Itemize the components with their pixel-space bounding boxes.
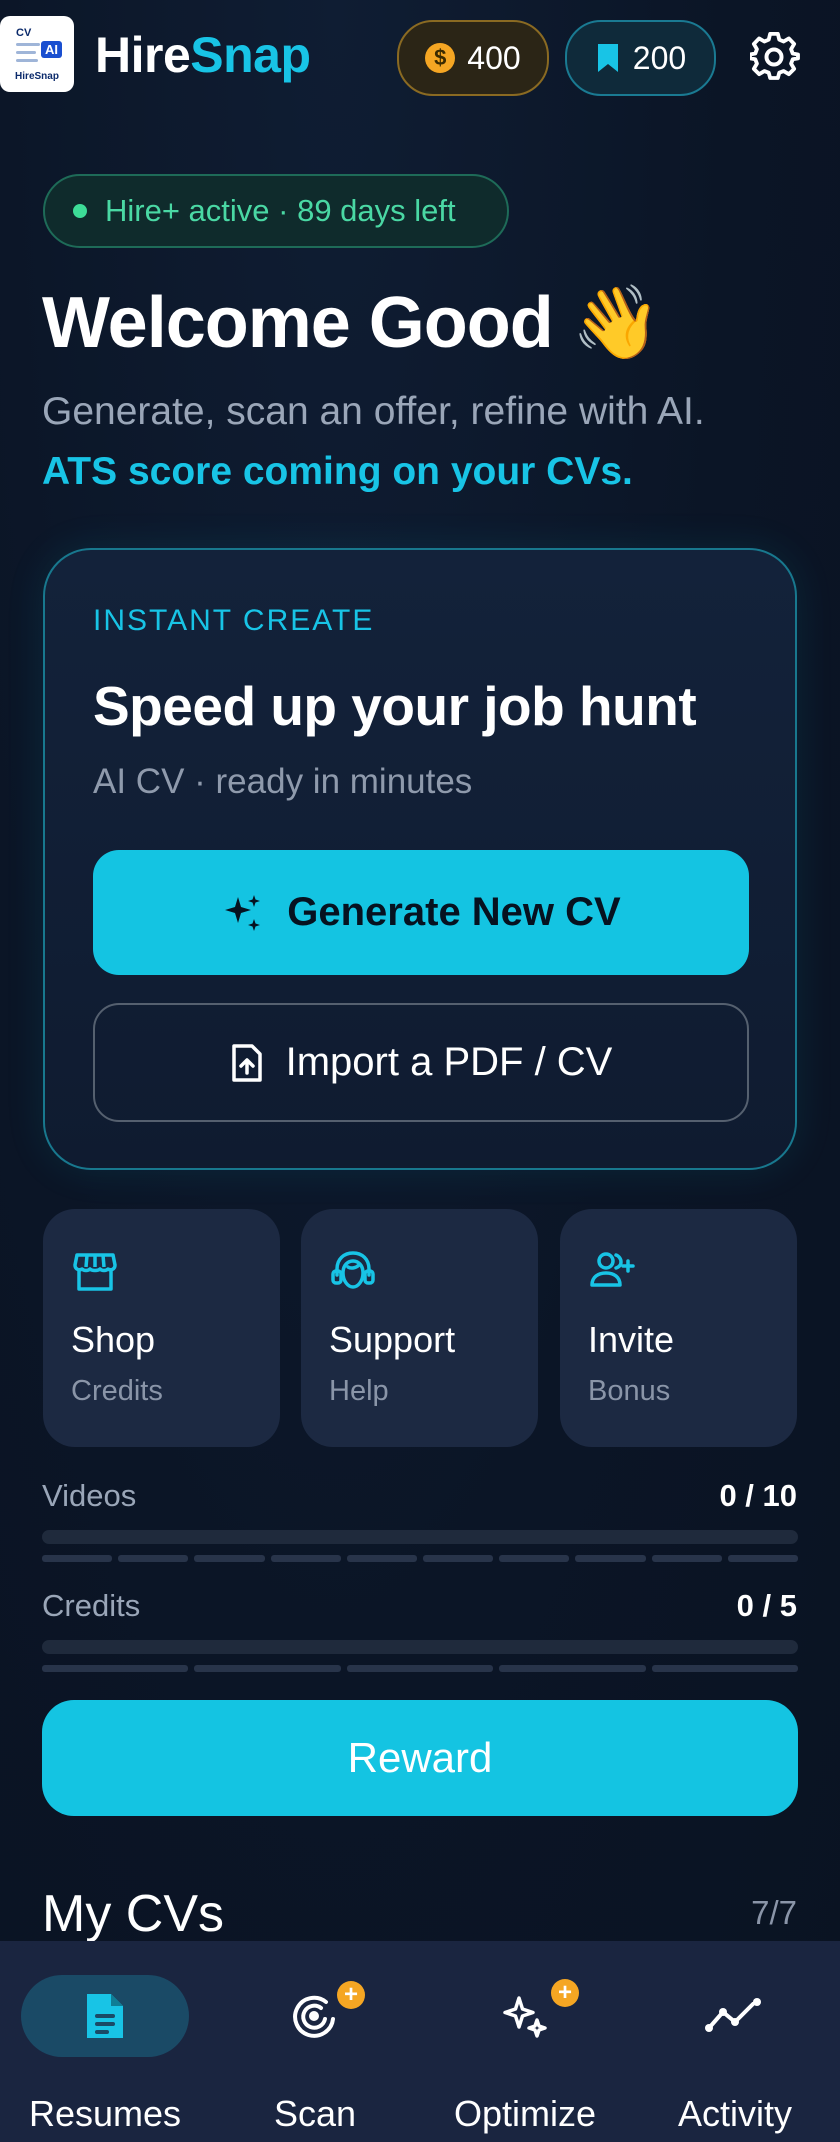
videos-progress-segment: [499, 1555, 570, 1562]
nav-activity-label: Activity: [677, 2093, 792, 2134]
videos-progress-segment: [727, 1555, 799, 1562]
credits-progress-segment: [651, 1665, 799, 1672]
logo-cv-text: CV: [16, 26, 32, 39]
shop-tile-title: Shop: [71, 1319, 156, 1360]
coins-count: 400: [467, 39, 521, 76]
app-logo: CV AI HireSnap: [0, 16, 74, 92]
sparkles-icon: [503, 1996, 547, 2038]
nav-optimize-icon-wrap: +: [441, 1975, 609, 2057]
logo-name-text: HireSnap: [15, 70, 59, 82]
invite-tile-subtitle: Bonus: [588, 1375, 671, 1407]
add-user-icon: [590, 1252, 635, 1287]
document-icon: [87, 1994, 123, 2038]
credits-progress-label: Credits: [42, 1588, 141, 1623]
my-cvs-count: 7/7: [751, 1894, 797, 1931]
subscription-status-badge: Hire+ active · 89 days left: [43, 174, 509, 248]
logo-document-icon: CV AI: [12, 27, 62, 69]
videos-progress-segment: [423, 1555, 494, 1562]
scan-icon: [293, 1995, 335, 2038]
app-title: HireSnap: [95, 26, 311, 84]
credits-progress-segment: [194, 1665, 341, 1672]
import-pdf-button[interactable]: Import a PDF / CV: [93, 1003, 749, 1122]
welcome-heading: Welcome Good 👋: [42, 280, 662, 365]
ats-notice: ATS score coming on your CVs.: [42, 450, 633, 493]
generate-button-label: Generate New CV: [287, 890, 621, 934]
bottom-navigation: Resumes + Scan + Optimize Activity: [0, 1941, 840, 2142]
shop-tile[interactable]: Shop Credits: [43, 1209, 280, 1447]
optimize-plus-badge: +: [551, 1979, 579, 2007]
videos-progress-value: 0 / 10: [719, 1478, 797, 1513]
credits-progress-segments: [42, 1665, 799, 1672]
nav-scan-icon-wrap: +: [231, 1975, 399, 2057]
saves-balance-button[interactable]: 200: [565, 20, 716, 96]
saves-count: 200: [632, 39, 687, 76]
sparkles-icon: [225, 894, 261, 931]
scan-plus-badge: +: [337, 1981, 365, 2009]
logo-line: [16, 58, 38, 62]
logo-ai-text: AI: [41, 40, 62, 58]
logo-line: [16, 42, 40, 46]
coins-balance-button[interactable]: $ 400: [397, 20, 549, 96]
import-button-label: Import a PDF / CV: [285, 1040, 613, 1084]
support-tile-title: Support: [329, 1319, 456, 1360]
app-title-part1: Hire: [95, 27, 191, 83]
waving-hand-icon: 👋: [571, 283, 662, 363]
videos-progress-segment: [575, 1555, 646, 1562]
nav-resumes-indicator: [21, 1975, 189, 2057]
credits-progress-segment: [346, 1665, 494, 1672]
reward-button[interactable]: Reward: [42, 1700, 798, 1816]
card-kicker: INSTANT CREATE: [93, 604, 375, 637]
invite-tile-title: Invite: [588, 1319, 675, 1360]
card-meta: AI CV · ready in minutes: [93, 762, 473, 801]
my-cvs-heading: My CVs: [42, 1885, 224, 1943]
nav-optimize[interactable]: + Optimize: [420, 1941, 630, 2142]
videos-progress-segment: [194, 1555, 265, 1562]
file-upload-icon: [231, 1043, 262, 1082]
videos-progress-segment: [651, 1555, 722, 1562]
credits-progress-segment: [42, 1665, 189, 1672]
nav-activity[interactable]: Activity: [630, 1941, 840, 2142]
videos-progress-bar: [42, 1530, 798, 1544]
credits-progress-bar: [42, 1640, 798, 1654]
videos-progress-segment: [118, 1555, 189, 1562]
bookmark-icon: [597, 44, 618, 72]
generate-new-cv-button[interactable]: Generate New CV: [93, 850, 749, 975]
nav-activity-icon-wrap: [651, 1975, 819, 2057]
nav-optimize-label: Optimize: [453, 2093, 597, 2134]
headset-icon: [331, 1251, 375, 1289]
nav-resumes[interactable]: Resumes: [0, 1941, 210, 2142]
status-dot-icon: [73, 204, 87, 218]
welcome-title: Welcome Good: [42, 283, 554, 363]
app-title-part2: Snap: [190, 27, 311, 83]
credits-progress-segment: [499, 1665, 646, 1672]
activity-icon: [705, 1998, 761, 2032]
nav-scan-label: Scan: [273, 2093, 357, 2134]
videos-progress-segments: [42, 1555, 799, 1562]
nav-resumes-label: Resumes: [28, 2093, 182, 2134]
invite-tile[interactable]: Invite Bonus: [560, 1209, 797, 1447]
store-icon: [73, 1253, 117, 1291]
gear-icon[interactable]: [750, 32, 800, 82]
videos-progress-label: Videos: [42, 1478, 137, 1513]
credits-progress-value: 0 / 5: [736, 1588, 797, 1623]
instant-create-card: INSTANT CREATE Speed up your job hunt AI…: [43, 548, 797, 1170]
nav-scan[interactable]: + Scan: [210, 1941, 420, 2142]
welcome-subtitle: Generate, scan an offer, refine with AI.: [42, 390, 705, 433]
logo-line: [16, 50, 36, 54]
shop-tile-subtitle: Credits: [71, 1375, 163, 1407]
coin-icon: $: [425, 43, 456, 73]
support-tile-subtitle: Help: [329, 1375, 389, 1407]
videos-progress-segment: [270, 1555, 341, 1562]
app-screen: CV AI HireSnap HireSnap $ 400 200 Hire+ …: [0, 0, 840, 2142]
card-headline: Speed up your job hunt: [93, 675, 697, 737]
status-text: Hire+ active · 89 days left: [105, 193, 456, 228]
videos-progress-segment: [346, 1555, 418, 1562]
support-tile[interactable]: Support Help: [301, 1209, 538, 1447]
videos-progress-segment: [42, 1555, 113, 1562]
